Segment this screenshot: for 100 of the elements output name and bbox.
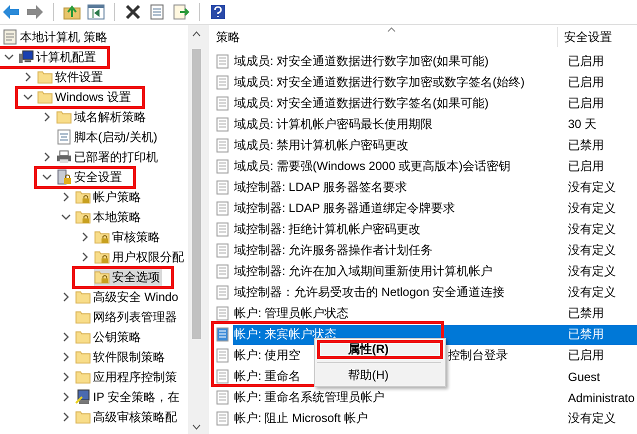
- tree-item[interactable]: 网络列表管理器: [93, 308, 177, 326]
- policy-name[interactable]: 域控制器: 拒绝计算机帐户密码更改: [233, 221, 566, 238]
- tree-item[interactable]: 已部署的打印机: [74, 148, 158, 166]
- setting-value: 没有定义: [567, 179, 616, 196]
- scrollbar[interactable]: [188, 25, 205, 434]
- collapse-icon[interactable]: [42, 172, 52, 182]
- tree-item[interactable]: 应用程序控制策: [93, 368, 177, 386]
- folder-icon: [75, 410, 91, 424]
- tree-item[interactable]: 本地计算机 策略: [20, 28, 108, 46]
- folder-icon: [56, 110, 72, 124]
- setting-value: 没有定义: [567, 284, 616, 301]
- folder-icon: [75, 370, 91, 384]
- policy-name[interactable]: 域控制器: 允许在加入域期间重新使用计算机帐户: [233, 263, 566, 280]
- policy-name[interactable]: 帐户: 重命名系统管理员帐户: [233, 389, 566, 406]
- menu-item[interactable]: 帮助(H): [317, 366, 443, 385]
- column-header[interactable]: 安全设置: [557, 27, 612, 47]
- tree-item[interactable]: 帐户策略: [93, 188, 141, 206]
- policy-icon: [216, 54, 230, 69]
- setting-value: 已启用: [567, 95, 604, 112]
- locked-folder-icon: [94, 250, 110, 264]
- expand-icon[interactable]: [61, 352, 71, 362]
- tree-item[interactable]: Windows 设置: [55, 88, 132, 106]
- setting-value: 已禁用: [567, 326, 604, 343]
- collapse-icon[interactable]: [4, 52, 14, 62]
- tree-item[interactable]: 高级审核策略配: [93, 408, 177, 426]
- computer-icon: [18, 50, 34, 64]
- tree-item[interactable]: 本地策略: [93, 208, 141, 226]
- policy-icon: [216, 306, 230, 321]
- policy-name[interactable]: 域成员: 对安全通道数据进行数字加密或数字签名(始终): [233, 74, 566, 91]
- menu-item[interactable]: 属性(R): [317, 340, 443, 359]
- policy-name[interactable]: 域成员: 计算机帐户密码最长使用期限: [233, 116, 566, 133]
- policy-icon: [216, 75, 230, 90]
- policy-icon: [216, 222, 230, 237]
- policy-icon: [216, 264, 230, 279]
- scroll-down-icon[interactable]: [192, 424, 201, 430]
- policy-icon: [216, 369, 230, 384]
- policy-icon: [216, 243, 230, 258]
- tree-item[interactable]: 软件设置: [55, 68, 103, 86]
- policy-icon: [216, 96, 230, 111]
- policy-name[interactable]: 域控制器: LDAP 服务器通道绑定令牌要求: [233, 200, 566, 217]
- tree-item[interactable]: 安全设置: [74, 168, 122, 186]
- expand-icon[interactable]: [61, 412, 71, 422]
- collapse-icon[interactable]: [61, 212, 71, 222]
- setting-value: 没有定义: [567, 221, 616, 238]
- policy-icon: [216, 138, 230, 153]
- tree-item[interactable]: 用户权限分配: [112, 248, 184, 266]
- policy-name[interactable]: 控制台登录: [448, 347, 566, 364]
- scroll-thumb[interactable]: [192, 49, 201, 339]
- folder-icon: [75, 350, 91, 364]
- policy-name[interactable]: 帐户: 管理员帐户状态: [233, 305, 566, 322]
- folder-icon: [37, 70, 53, 84]
- policy-name[interactable]: 域成员: 对安全通道数据进行数字加密(如果可能): [233, 53, 566, 70]
- setting-value: 没有定义: [567, 242, 616, 259]
- expand-icon[interactable]: [42, 152, 52, 162]
- policy-name[interactable]: 域成员: 需要强(Windows 2000 或更高版本)会话密钥: [233, 158, 566, 175]
- policy-name[interactable]: 域成员: 对安全通道数据进行数字签名(如果可能): [233, 95, 566, 112]
- printer-icon: [56, 150, 72, 164]
- expand-icon[interactable]: [42, 112, 52, 122]
- setting-value: 已启用: [567, 53, 604, 70]
- tree-item[interactable]: 计算机配置: [36, 48, 96, 66]
- policy-icon: [216, 117, 230, 132]
- expand-icon[interactable]: [61, 392, 71, 402]
- collapse-icon[interactable]: [23, 92, 33, 102]
- tree-item[interactable]: IP 安全策略，在: [93, 388, 180, 406]
- tree-item[interactable]: 软件限制策略: [93, 348, 165, 366]
- locked-folder-icon: [94, 230, 110, 244]
- policy-name[interactable]: 帐户: 阻止 Microsoft 帐户: [233, 410, 566, 427]
- policy-icon: [216, 159, 230, 174]
- folder-icon: [75, 330, 91, 344]
- tree-item[interactable]: 脚本(启动/关机): [74, 128, 158, 146]
- policy-selected-icon: [216, 327, 230, 342]
- tree-item[interactable]: 域名解析策略: [74, 108, 146, 126]
- setting-value: 没有定义: [567, 200, 616, 217]
- policy-name[interactable]: 域控制器: LDAP 服务器签名要求: [233, 179, 566, 196]
- expand-icon[interactable]: [80, 252, 90, 262]
- expand-icon[interactable]: [61, 292, 71, 302]
- setting-value: 没有定义: [567, 263, 616, 280]
- policy-icon: [216, 390, 230, 405]
- tree-item[interactable]: 高级安全 Windo: [93, 288, 178, 306]
- tree-item[interactable]: 公钥策略: [93, 328, 141, 346]
- expand-icon[interactable]: [61, 332, 71, 342]
- policy-icon: [216, 180, 230, 195]
- locked-server-icon: [56, 169, 72, 185]
- policy-name[interactable]: 域控制器：允许易受攻击的 Netlogon 安全通道连接: [233, 284, 566, 301]
- folder-icon: [37, 90, 53, 104]
- setting-value: 已启用: [567, 158, 604, 175]
- column-header[interactable]: 策略: [211, 28, 556, 46]
- scroll-up-icon[interactable]: [192, 31, 201, 37]
- folder-icon: [75, 310, 91, 324]
- policy-name[interactable]: 域控制器: 允许服务器操作者计划任务: [233, 242, 566, 259]
- setting-value: 已禁用: [567, 305, 604, 322]
- tree-item[interactable]: 审核策略: [112, 228, 160, 246]
- setting-value: Guest: [567, 370, 600, 384]
- expand-icon[interactable]: [61, 192, 71, 202]
- expand-icon[interactable]: [61, 372, 71, 382]
- expand-icon[interactable]: [23, 72, 33, 82]
- expand-icon[interactable]: [80, 232, 90, 242]
- policy-icon: [216, 348, 230, 363]
- policy-name[interactable]: 域成员: 禁用计算机帐户密码更改: [233, 137, 566, 154]
- sort-icon: [387, 27, 396, 32]
